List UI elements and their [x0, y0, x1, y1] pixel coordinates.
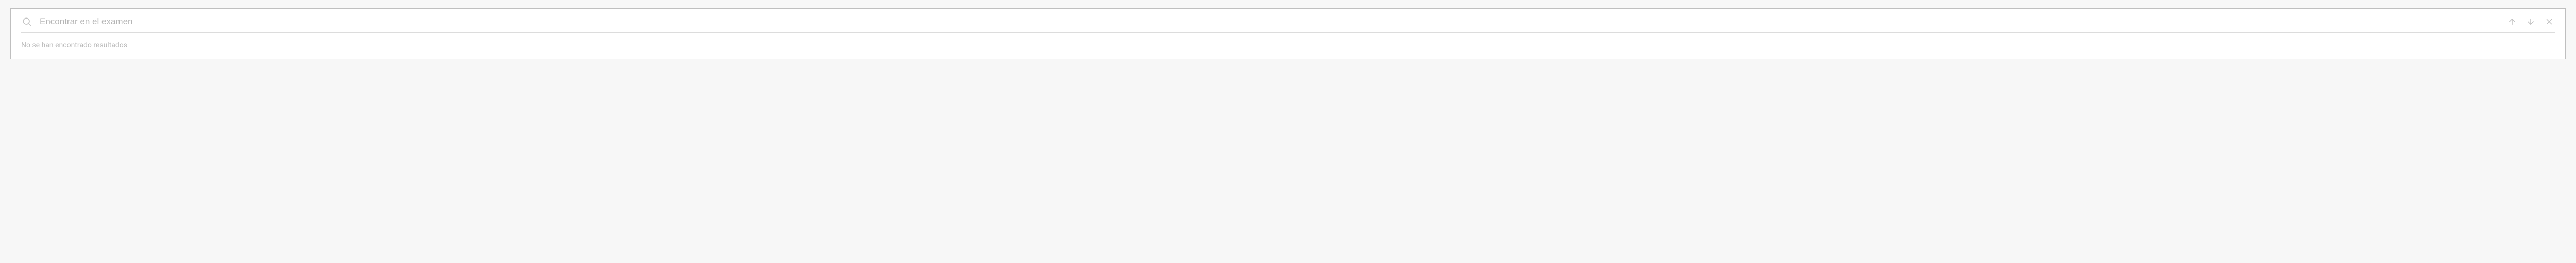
previous-match-button[interactable] — [2506, 16, 2518, 27]
search-input[interactable] — [40, 16, 2498, 27]
next-match-button[interactable] — [2525, 16, 2536, 27]
search-row — [21, 16, 2555, 33]
search-nav-controls — [2506, 16, 2555, 27]
arrow-up-icon — [2507, 17, 2517, 26]
search-icon — [21, 16, 32, 27]
find-in-exam-panel: No se han encontrado resultados — [10, 8, 2566, 59]
close-search-button[interactable] — [2544, 16, 2555, 27]
arrow-down-icon — [2526, 17, 2535, 26]
close-icon — [2545, 17, 2554, 26]
no-results-message: No se han encontrado resultados — [21, 33, 2555, 49]
